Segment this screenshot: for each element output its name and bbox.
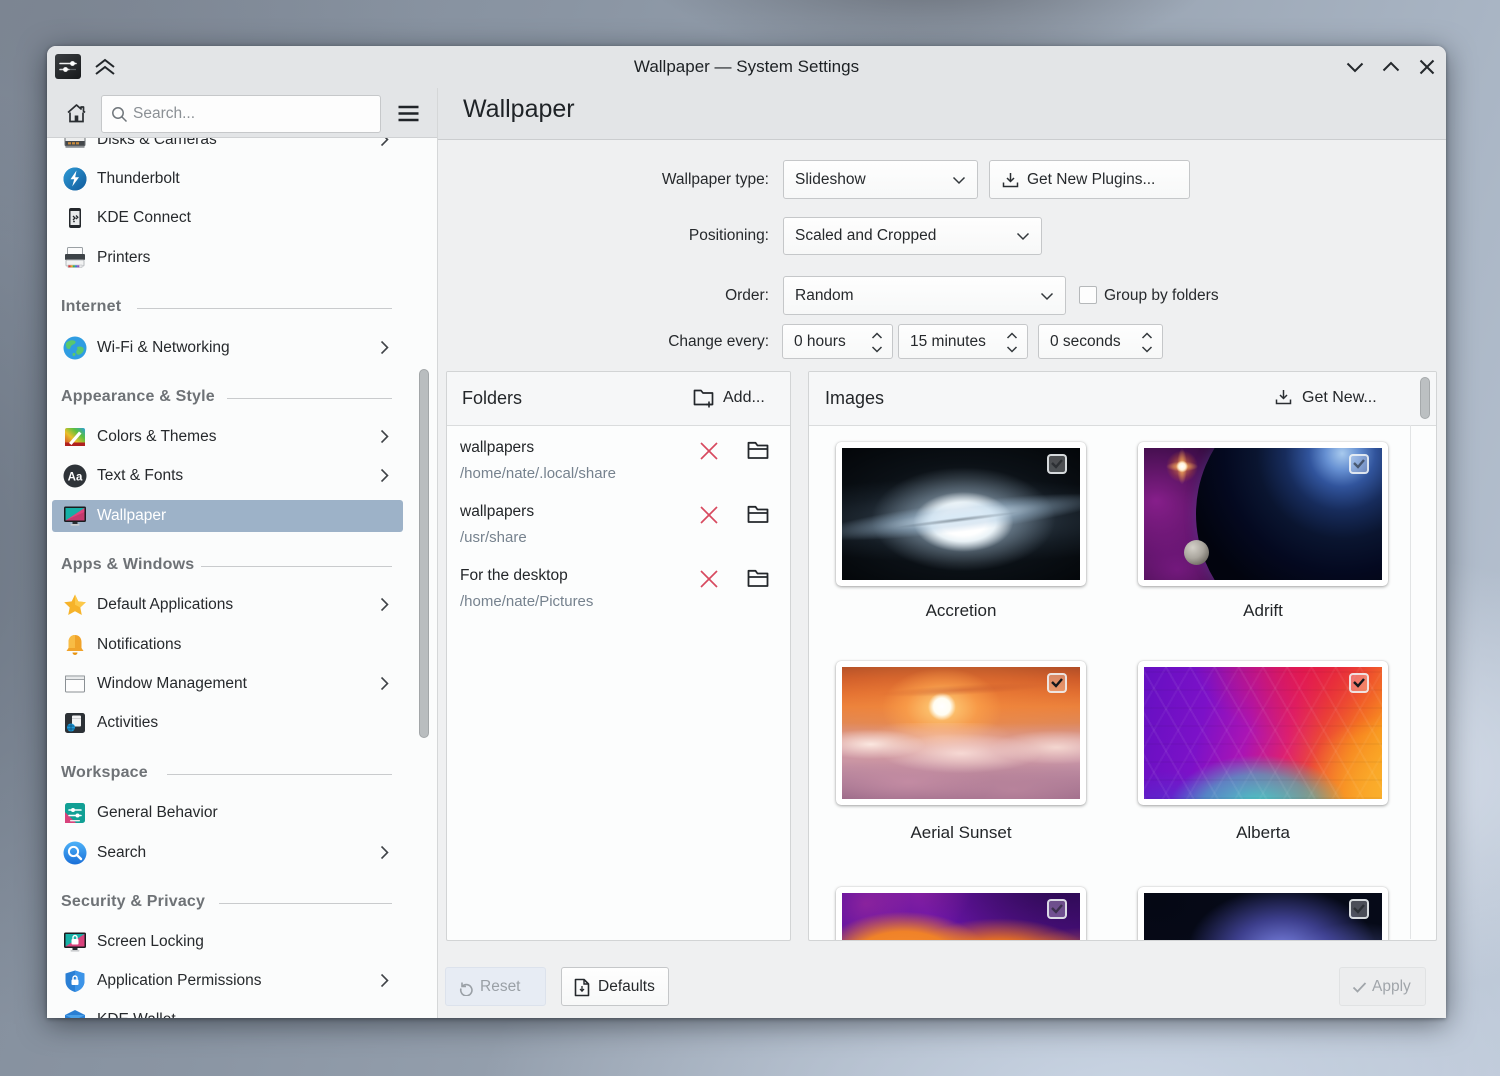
svg-text:Aa: Aa [68,471,83,483]
